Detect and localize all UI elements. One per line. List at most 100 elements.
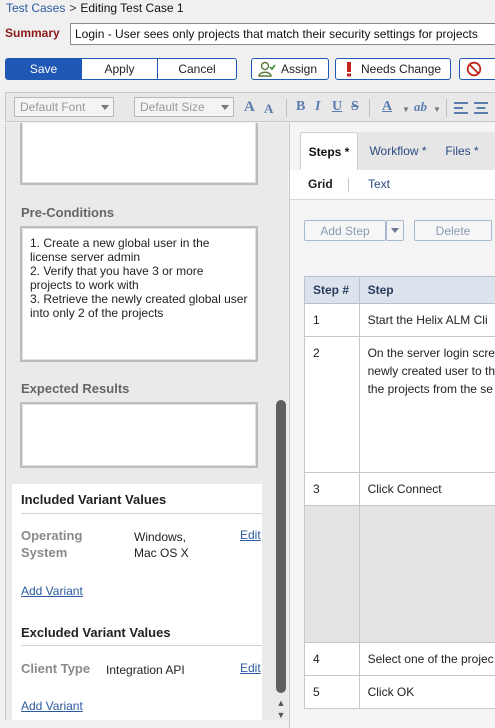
font-family-value: Default Font: [20, 100, 86, 114]
included-variant-key-line1: Operating: [21, 528, 83, 543]
tab-files[interactable]: Files *: [440, 132, 484, 170]
expected-results-title: Expected Results: [21, 381, 130, 396]
step-text-cell: Click OK: [358, 675, 495, 709]
underline-icon[interactable]: U: [332, 99, 342, 115]
step-text-line: the projects from the se: [367, 382, 493, 396]
breadcrumb-separator: >: [69, 1, 77, 15]
divider: [21, 513, 262, 514]
font-color-icon[interactable]: A: [382, 99, 392, 115]
font-size-select[interactable]: Default Size: [134, 97, 234, 117]
font-family-select[interactable]: Default Font: [14, 97, 114, 117]
preconditions-textbox[interactable]: 1. Create a new global user in the licen…: [20, 226, 258, 362]
variant-values-card: Included Variant Values Operating System…: [12, 484, 262, 720]
breadcrumb: Test Cases > Editing Test Case 1: [0, 0, 495, 18]
format-toolbar: Default Font Default Size A A B I U S A …: [5, 92, 495, 122]
add-step-button[interactable]: Add Step: [304, 220, 386, 241]
chevron-down-icon: [101, 105, 109, 110]
preconditions-title: Pre-Conditions: [21, 205, 115, 220]
included-variant-edit-link[interactable]: Edit: [240, 528, 261, 542]
needs-change-button[interactable]: Needs Change: [335, 58, 451, 80]
shrink-font-icon[interactable]: A: [264, 101, 273, 117]
table-row[interactable]: 3 Click Connect: [304, 472, 495, 506]
assign-label: Assign: [281, 62, 318, 76]
step-text-cell: [358, 505, 495, 643]
grid-header-step-number[interactable]: Step #: [304, 276, 360, 304]
align-center-icon[interactable]: [474, 102, 488, 114]
scroll-up-arrow-icon[interactable]: ▲: [276, 698, 286, 708]
included-variant-key-line2: System: [21, 545, 68, 560]
included-add-variant-link[interactable]: Add Variant: [21, 584, 83, 598]
save-button[interactable]: Save: [6, 59, 82, 79]
summary-label: Summary: [5, 26, 60, 40]
scroll-down-arrow-icon[interactable]: ▼: [276, 710, 286, 720]
description-textbox[interactable]: [20, 123, 258, 185]
assign-button[interactable]: Assign: [251, 58, 329, 80]
table-row[interactable]: 2 On the server login scre newly created…: [304, 336, 495, 473]
grow-font-icon[interactable]: A: [244, 99, 255, 116]
subtab-text[interactable]: Text: [368, 177, 390, 191]
italic-icon[interactable]: I: [315, 99, 320, 115]
step-number-cell: 3: [304, 472, 360, 506]
font-size-value: Default Size: [140, 100, 205, 114]
grid-header-step[interactable]: Step: [358, 276, 495, 304]
table-row[interactable]: 1 Start the Helix ALM Cli: [304, 303, 495, 337]
expected-results-text: [22, 404, 256, 420]
divider: [21, 645, 262, 646]
align-left-icon[interactable]: [454, 102, 468, 114]
step-text-cell: Start the Helix ALM Cli: [358, 303, 495, 337]
breadcrumb-test-cases-link[interactable]: Test Cases: [6, 1, 65, 15]
step-number-cell: 5: [304, 675, 360, 709]
expected-results-textbox[interactable]: [20, 402, 258, 468]
left-panel: Pre-Conditions 1. Create a new global us…: [5, 123, 288, 720]
excluded-variant-edit-link[interactable]: Edit: [240, 661, 261, 675]
included-variant-value: Windows, Mac OS X: [134, 529, 189, 561]
step-number-cell: [304, 505, 360, 643]
needs-change-label: Needs Change: [361, 62, 442, 76]
table-row[interactable]: 4 Select one of the projec: [304, 642, 495, 676]
included-variant-value-line2: Mac OS X: [134, 546, 189, 560]
view-mode-subtabs: Grid Text: [290, 170, 495, 200]
summary-row: Summary Login - User sees only projects …: [0, 22, 495, 46]
assign-user-icon: [258, 61, 276, 77]
grid-header-row: Step # Step: [304, 276, 495, 304]
tab-workflow[interactable]: Workflow *: [364, 132, 432, 170]
step-number-cell: 1: [304, 303, 360, 337]
prohibited-icon: [466, 61, 482, 77]
bold-icon[interactable]: B: [296, 99, 305, 115]
highlight-dropdown-icon[interactable]: ▼: [433, 105, 441, 114]
excluded-variant-value: Integration API: [106, 663, 185, 677]
step-text-cell: Click Connect: [358, 472, 495, 506]
scrollbar-thumb[interactable]: [276, 400, 286, 693]
toolbar-divider: [446, 99, 447, 117]
table-row[interactable]: [304, 505, 495, 643]
action-bar: Save Apply Cancel Assign Needs Change: [0, 56, 495, 82]
subtab-grid[interactable]: Grid: [308, 177, 333, 191]
included-variants-title: Included Variant Values: [21, 492, 167, 507]
excluded-variants-title: Excluded Variant Values: [21, 625, 171, 640]
excluded-add-variant-link[interactable]: Add Variant: [21, 699, 83, 713]
cancel-button[interactable]: Cancel: [158, 59, 236, 79]
summary-input[interactable]: Login - User sees only projects that mat…: [70, 23, 495, 45]
step-text-cell: Select one of the projec: [358, 642, 495, 676]
apply-button[interactable]: Apply: [82, 59, 158, 79]
toolbar-divider: [286, 99, 287, 117]
subtab-divider: [348, 178, 349, 192]
strikethrough-icon[interactable]: S: [351, 99, 359, 115]
toolbar-divider: [369, 99, 370, 117]
step-number-cell: 4: [304, 642, 360, 676]
add-step-dropdown[interactable]: [386, 220, 404, 241]
breadcrumb-current: Editing Test Case 1: [80, 1, 184, 15]
table-row[interactable]: 5 Click OK: [304, 675, 495, 709]
delete-step-button[interactable]: Delete: [414, 220, 492, 241]
font-color-dropdown-icon[interactable]: ▼: [402, 105, 410, 114]
right-panel: Steps * Workflow * Files * Grid Text Add…: [289, 123, 495, 728]
included-variant-value-line1: Windows,: [134, 530, 187, 544]
chevron-down-icon: [391, 228, 399, 233]
step-text-line: newly created user to th: [367, 364, 495, 378]
excluded-variant-key: Client Type: [21, 661, 91, 676]
other-action-button[interactable]: [459, 58, 495, 80]
save-apply-cancel-group: Save Apply Cancel: [5, 58, 237, 80]
highlight-icon[interactable]: ab: [414, 99, 427, 115]
tab-steps[interactable]: Steps *: [300, 132, 358, 170]
exclamation-icon: [347, 62, 351, 77]
